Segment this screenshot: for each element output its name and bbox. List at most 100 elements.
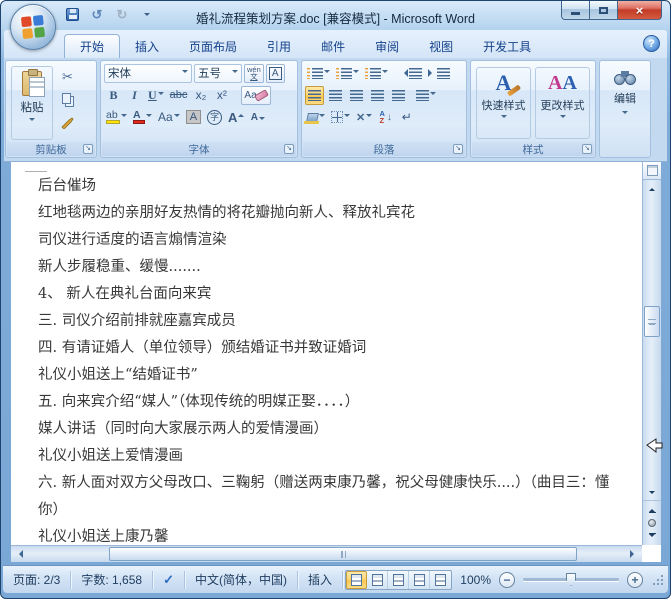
- tab-page-layout[interactable]: 页面布局: [174, 34, 252, 58]
- maximize-button[interactable]: [590, 1, 617, 20]
- change-case-button[interactable]: Aa: [156, 108, 182, 127]
- save-button[interactable]: [63, 6, 81, 23]
- align-center-button[interactable]: [326, 86, 345, 105]
- font-size-combo[interactable]: 五号: [194, 63, 242, 83]
- help-button[interactable]: ?: [643, 35, 660, 52]
- justify-button[interactable]: [368, 86, 387, 105]
- bold-button[interactable]: B: [104, 86, 123, 105]
- spellcheck-status[interactable]: ✓: [153, 570, 185, 589]
- outline-view-button[interactable]: [409, 570, 431, 589]
- cut-button[interactable]: ✂: [58, 67, 77, 86]
- font-group-label[interactable]: 字体 ↘: [102, 142, 296, 156]
- scroll-up-button[interactable]: [643, 180, 661, 196]
- zoom-slider-handle[interactable]: [566, 573, 576, 586]
- decrease-indent-button[interactable]: [398, 64, 424, 83]
- chevron-down-icon: [353, 70, 359, 76]
- word-window: 婚礼流程策划方案.doc [兼容模式] - Microsoft Word ↺ ↻…: [0, 0, 671, 599]
- numbering-icon: [336, 67, 352, 79]
- zoom-slider[interactable]: [523, 573, 619, 586]
- document-page[interactable]: 后台催场 红地毯两边的亲朋好友热情的将花瓣抛向新人、释放礼宾花 司仪进行适度的语…: [11, 162, 642, 545]
- phonetic-guide-button[interactable]: wén 文: [244, 63, 264, 83]
- web-layout-view-button[interactable]: [388, 570, 410, 589]
- tab-developer[interactable]: 开发工具: [468, 34, 546, 58]
- character-border-button[interactable]: A: [265, 63, 285, 83]
- select-browse-object-button[interactable]: [648, 519, 656, 527]
- styles-group-label[interactable]: 样式 ↘: [472, 142, 594, 156]
- previous-page-button[interactable]: [645, 503, 660, 516]
- ribbon-group-edit[interactable]: 编辑: [599, 60, 651, 158]
- shading-button[interactable]: [305, 108, 327, 127]
- bullets-button[interactable]: [305, 64, 332, 83]
- tab-home[interactable]: 开始: [64, 34, 121, 58]
- increase-indent-button[interactable]: [426, 64, 452, 83]
- horizontal-scroll-thumb[interactable]: [109, 547, 577, 561]
- italic-button[interactable]: I: [125, 86, 144, 105]
- word-count[interactable]: 字数: 1,658: [71, 570, 154, 589]
- tab-mailings[interactable]: 邮件: [306, 34, 360, 58]
- arrow-down-icon: [649, 491, 655, 497]
- horizontal-scrollbar[interactable]: [11, 545, 642, 562]
- view-ruler-button[interactable]: [643, 162, 661, 180]
- page-indicator[interactable]: 页面: 2/3: [3, 570, 72, 589]
- subscript-button[interactable]: x₂: [191, 86, 210, 105]
- strikethrough-button[interactable]: abc: [168, 86, 190, 105]
- chevron-down-icon: [500, 115, 507, 121]
- language-indicator[interactable]: 中文(简体，中国): [185, 570, 298, 589]
- undo-button[interactable]: ↺: [88, 6, 106, 23]
- resize-grip[interactable]: [651, 573, 664, 586]
- insert-mode-indicator[interactable]: 插入: [298, 570, 343, 589]
- sort-button[interactable]: AZ ↓: [376, 108, 395, 127]
- format-painter-button[interactable]: [58, 113, 77, 132]
- align-right-button[interactable]: [347, 86, 366, 105]
- numbering-button[interactable]: [334, 64, 361, 83]
- character-shading-button[interactable]: A: [184, 108, 203, 127]
- draft-view-button[interactable]: [430, 571, 451, 589]
- tab-references[interactable]: 引用: [252, 34, 306, 58]
- close-button[interactable]: ×: [617, 1, 662, 20]
- tab-view[interactable]: 视图: [414, 34, 468, 58]
- zoom-out-button[interactable]: −: [499, 571, 515, 588]
- redo-button[interactable]: ↻: [113, 6, 131, 23]
- grow-font-button[interactable]: A: [226, 108, 246, 127]
- scroll-right-button[interactable]: [626, 546, 642, 562]
- borders-button[interactable]: [329, 108, 352, 127]
- paragraph-group-label[interactable]: 段落 ↘: [303, 142, 465, 156]
- vertical-scrollbar[interactable]: [642, 162, 661, 545]
- copy-button[interactable]: [58, 90, 77, 109]
- tab-review[interactable]: 审阅: [360, 34, 414, 58]
- paste-button[interactable]: 粘贴: [11, 66, 53, 140]
- zoom-level[interactable]: 100%: [460, 573, 491, 587]
- underline-button[interactable]: U: [146, 86, 166, 105]
- print-layout-view-button[interactable]: [346, 570, 368, 589]
- tab-insert[interactable]: 插入: [120, 34, 174, 58]
- multilevel-list-button[interactable]: [363, 64, 390, 83]
- dialog-launcher-icon[interactable]: ↘: [453, 144, 463, 154]
- vertical-scroll-thumb[interactable]: [644, 306, 660, 337]
- align-left-button[interactable]: [305, 85, 324, 105]
- dialog-launcher-icon[interactable]: ↘: [284, 144, 294, 154]
- dialog-launcher-icon[interactable]: ↘: [83, 144, 93, 154]
- title-bar[interactable]: 婚礼流程策划方案.doc [兼容模式] - Microsoft Word ↺ ↻…: [1, 1, 670, 50]
- shrink-font-button[interactable]: A: [248, 108, 267, 127]
- scroll-left-button[interactable]: [11, 546, 27, 562]
- change-styles-button[interactable]: AA 更改样式: [535, 67, 590, 139]
- customize-qat-button[interactable]: [138, 6, 156, 23]
- dialog-launcher-icon[interactable]: ↘: [582, 144, 592, 154]
- zoom-in-button[interactable]: +: [627, 571, 643, 588]
- show-formatting-marks-button[interactable]: ↵: [397, 108, 416, 127]
- quick-styles-button[interactable]: A 快速样式: [476, 67, 531, 139]
- enclose-characters-button[interactable]: 字: [205, 108, 224, 127]
- minimize-button[interactable]: [561, 1, 590, 20]
- clipboard-group-label[interactable]: 剪贴板 ↘: [7, 142, 95, 156]
- font-color-button[interactable]: A: [131, 108, 154, 127]
- office-button[interactable]: [10, 4, 56, 50]
- superscript-button[interactable]: x²: [212, 86, 231, 105]
- asian-layout-button[interactable]: ✕: [354, 108, 374, 127]
- fullscreen-reading-view-button[interactable]: [367, 570, 389, 589]
- line-spacing-button[interactable]: [414, 86, 438, 105]
- next-page-button[interactable]: [645, 530, 660, 543]
- text-highlight-button[interactable]: ab: [104, 108, 129, 127]
- font-name-combo[interactable]: 宋体: [104, 63, 192, 83]
- distribute-button[interactable]: [389, 86, 408, 105]
- clear-formatting-button[interactable]: Aa: [241, 85, 271, 105]
